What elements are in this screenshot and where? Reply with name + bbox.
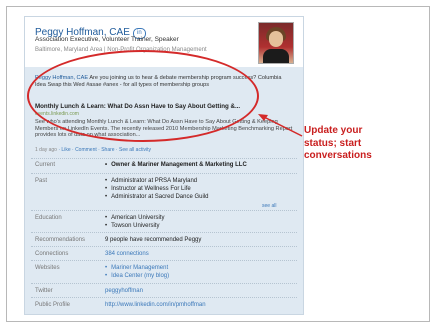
callout-arrow-icon (258, 114, 303, 137)
callout-line-2: status; start (304, 137, 362, 149)
callout-line-1: Update your (304, 125, 363, 136)
callout-line-3: conversations (304, 150, 372, 161)
callout-text: Update your status; start conversations (304, 125, 372, 163)
